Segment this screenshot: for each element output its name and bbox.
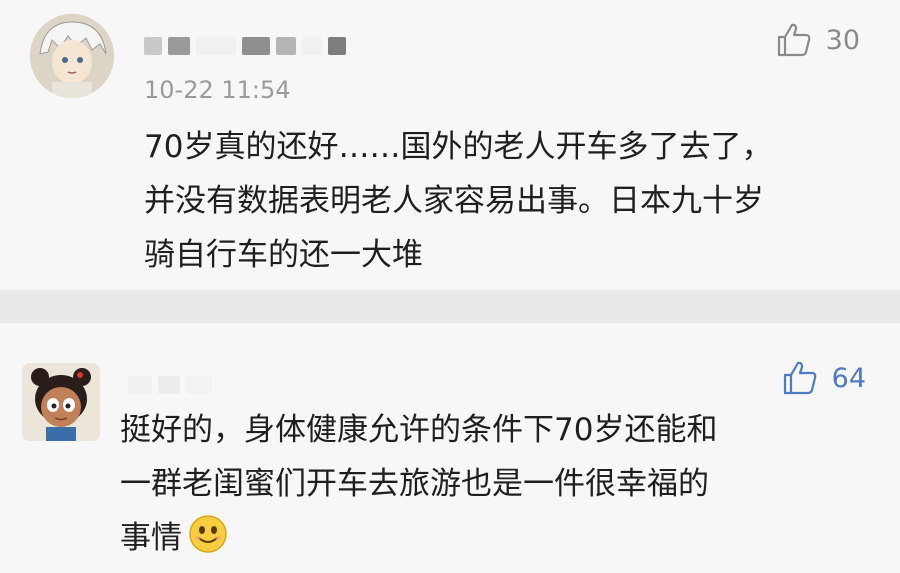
username-redacted	[128, 375, 212, 395]
watermark	[856, 276, 890, 289]
avatar[interactable]	[22, 363, 100, 441]
avatar[interactable]	[30, 14, 114, 98]
like-button[interactable]: 64	[782, 360, 866, 396]
thumbs-up-icon	[782, 360, 818, 396]
like-count: 30	[825, 24, 860, 56]
like-button[interactable]: 30	[776, 22, 860, 58]
comment-card: 10-22 11:54 30 70岁真的还好……国外的老人开车多了去了， 并没有…	[0, 0, 900, 290]
comment-card: 64 挺好的，身体健康允许的条件下70岁还能和 一群老闺蜜们开车去旅游也是一件很…	[0, 323, 900, 573]
smile-emoji	[188, 514, 228, 571]
thumbs-up-icon	[776, 22, 812, 58]
like-count: 64	[831, 362, 866, 394]
comment-text: 70岁真的还好……国外的老人开车多了去了， 并没有数据表明老人家容易出事。日本九…	[144, 129, 773, 273]
timestamp: 10-22 11:54	[144, 76, 291, 104]
username-redacted	[144, 36, 346, 56]
comment-text: 挺好的，身体健康允许的条件下70岁还能和 一群老闺蜜们开车去旅游也是一件很幸福的…	[120, 403, 880, 571]
